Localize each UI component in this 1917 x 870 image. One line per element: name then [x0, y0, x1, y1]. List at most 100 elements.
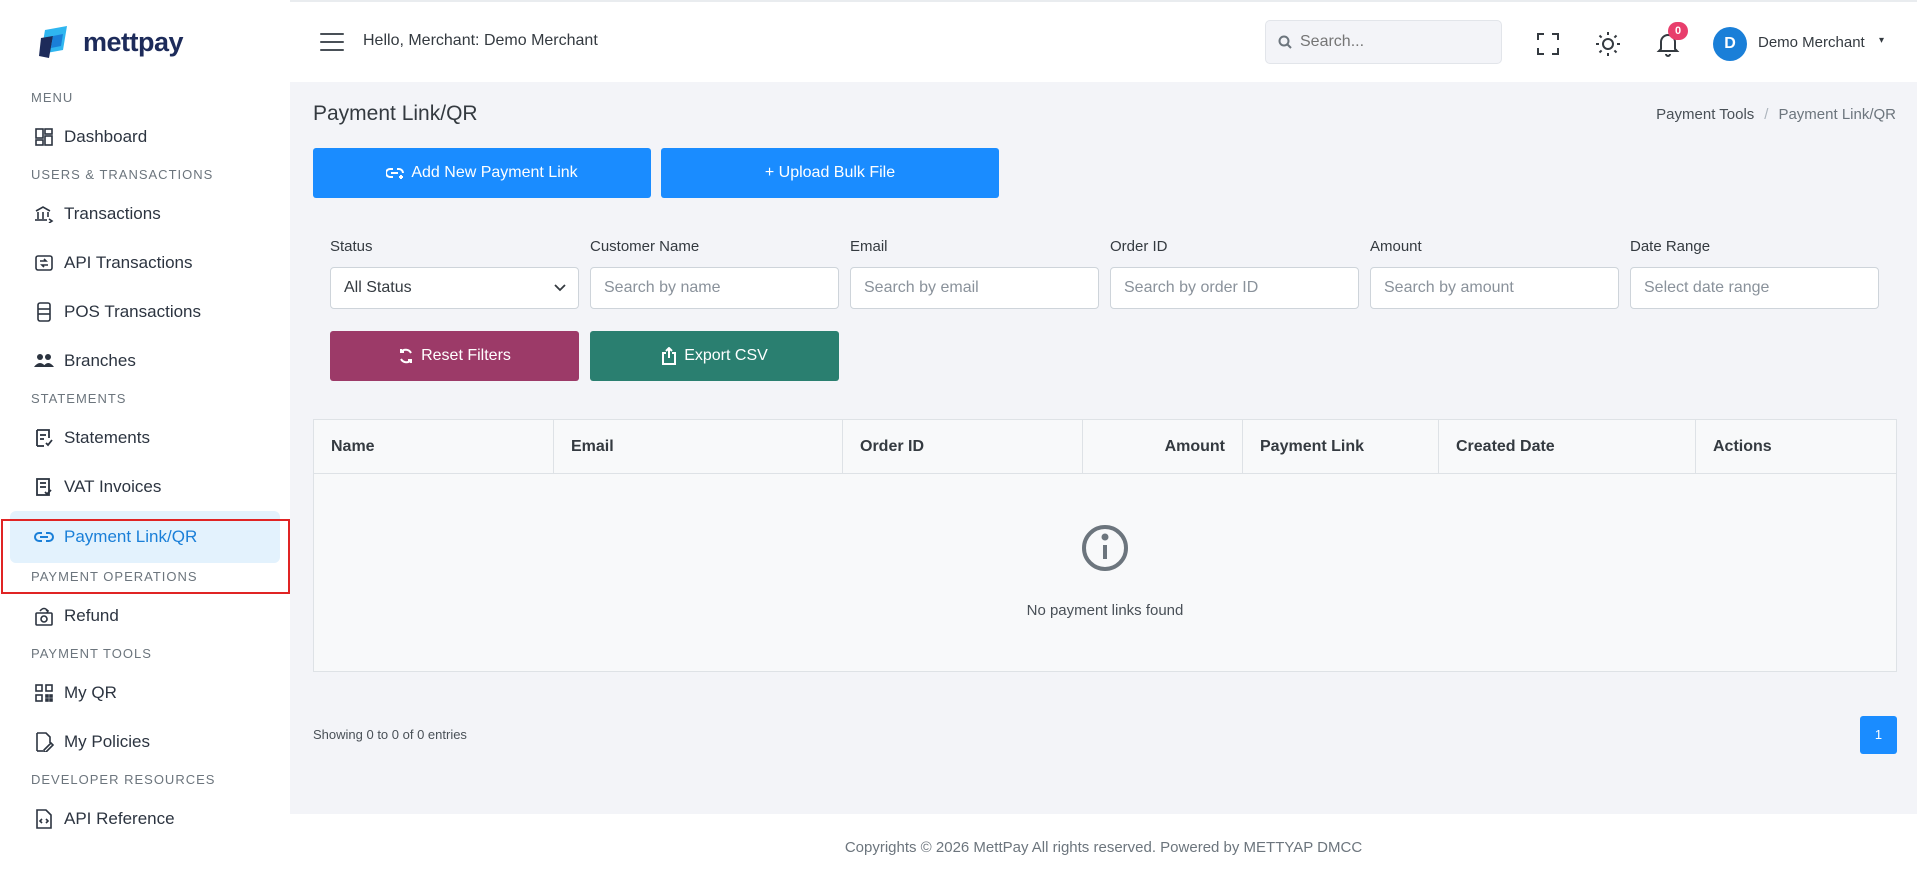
sidebar-item-statements[interactable]: Statements	[0, 413, 290, 462]
invoice-icon	[34, 477, 54, 497]
user-name[interactable]: Demo Merchant	[1758, 34, 1865, 51]
sidebar-item-label: Branches	[64, 350, 136, 370]
sidebar-item-refund[interactable]: Refund	[0, 591, 290, 640]
reset-filters-label: Reset Filters	[421, 347, 511, 364]
reset-filters-button[interactable]: Reset Filters	[330, 331, 579, 381]
bank-transfer-icon	[34, 204, 54, 224]
sidebar-item-my-qr[interactable]: My QR	[0, 668, 290, 717]
email-filter-label: Email	[850, 238, 888, 255]
upload-bulk-file-label: + Upload Bulk File	[764, 164, 896, 181]
customer-name-filter-label: Customer Name	[590, 238, 700, 255]
breadcrumb-separator: /	[1764, 106, 1769, 123]
fullscreen-icon[interactable]	[1535, 31, 1561, 57]
refresh-icon	[400, 348, 413, 364]
sidebar-item-api-transactions[interactable]: API Transactions	[0, 238, 290, 287]
brand-logo[interactable]: mettpay	[37, 24, 184, 60]
code-file-icon	[34, 808, 54, 829]
column-header-order-id[interactable]: Order ID	[843, 420, 1083, 473]
breadcrumb: Payment Tools / Payment Link/QR	[1656, 106, 1896, 123]
sidebar-item-label: API Transactions	[64, 252, 193, 272]
status-filter-label: Status	[330, 238, 373, 255]
sidebar-item-branches[interactable]: Branches	[0, 336, 290, 385]
sidebar-nav: MENU Dashboard USERS & TRANSACTIONS Tran…	[0, 84, 290, 843]
column-header-amount[interactable]: Amount	[1083, 420, 1243, 473]
notification-badge: 0	[1668, 22, 1688, 40]
column-header-email[interactable]: Email	[554, 420, 843, 473]
sidebar-item-label: Refund	[64, 605, 119, 625]
sidebar-item-vat-invoices[interactable]: VAT Invoices	[0, 462, 290, 511]
refund-icon	[34, 606, 54, 626]
sidebar-item-label: VAT Invoices	[64, 476, 162, 496]
amount-filter-label: Amount	[1370, 238, 1422, 255]
footer: Copyrights © 2026 MettPay All rights res…	[290, 814, 1917, 870]
info-circle-icon	[1081, 524, 1129, 577]
sidebar-item-label: Dashboard	[64, 126, 148, 146]
qr-code-icon	[34, 683, 54, 703]
order-id-filter-label: Order ID	[1110, 238, 1168, 255]
status-select[interactable]: All Status	[330, 267, 579, 309]
upload-bulk-file-button[interactable]: + Upload Bulk File	[661, 148, 999, 198]
greeting-text: Hello, Merchant: Demo Merchant	[363, 32, 598, 49]
payment-links-table: Name Email Order ID Amount Payment Link …	[313, 419, 1897, 672]
add-payment-link-label: Add New Payment Link	[411, 164, 578, 181]
pagination-page-button[interactable]: 1	[1860, 716, 1897, 754]
pos-terminal-icon	[34, 301, 54, 322]
dashboard-icon	[34, 127, 54, 147]
sidebar-item-pos-transactions[interactable]: POS Transactions	[0, 287, 290, 336]
section-payment-operations: PAYMENT OPERATIONS	[31, 569, 198, 584]
link-add-icon	[386, 168, 405, 179]
status-select-value: All Status	[344, 279, 412, 296]
section-developer-resources: DEVELOPER RESOURCES	[31, 772, 216, 787]
email-input[interactable]: Search by email	[850, 267, 1099, 309]
column-header-actions: Actions	[1713, 438, 1772, 455]
export-icon	[662, 347, 677, 365]
users-group-icon	[34, 351, 54, 371]
sidebar-item-label: My QR	[64, 682, 117, 702]
amount-input[interactable]: Search by amount	[1370, 267, 1619, 309]
column-header-created-date[interactable]: Created Date	[1439, 420, 1696, 473]
add-payment-link-button[interactable]: Add New Payment Link	[313, 148, 651, 198]
page-title: Payment Link/QR	[313, 102, 478, 125]
chevron-down-icon[interactable]: ▾	[1879, 35, 1884, 46]
policy-document-icon	[34, 731, 54, 752]
column-header-name[interactable]: Name	[314, 420, 554, 473]
date-range-filter-label: Date Range	[1630, 238, 1711, 255]
theme-toggle-sun-icon[interactable]	[1595, 31, 1621, 57]
topbar: Hello, Merchant: Demo Merchant 0 D Demo …	[290, 0, 1917, 82]
sidebar-item-api-reference[interactable]: API Reference	[0, 794, 290, 843]
column-header-payment-link[interactable]: Payment Link	[1243, 420, 1439, 473]
statement-icon	[34, 428, 54, 448]
sidebar-item-label: Payment Link/QR	[64, 527, 198, 546]
avatar[interactable]: D	[1713, 27, 1747, 61]
export-csv-button[interactable]: Export CSV	[590, 331, 839, 381]
api-transfer-icon	[34, 253, 54, 273]
empty-state-message: No payment links found	[1026, 602, 1184, 619]
sidebar-item-payment-link-qr[interactable]: Payment Link/QR	[10, 511, 280, 563]
sidebar-item-label: Transactions	[64, 203, 161, 223]
menu-toggle-icon[interactable]	[320, 33, 344, 51]
table-header: Name Email Order ID Amount Payment Link …	[314, 420, 1896, 474]
sidebar-item-dashboard[interactable]: Dashboard	[0, 112, 290, 161]
breadcrumb-current: Payment Link/QR	[1778, 106, 1896, 123]
sidebar-item-my-policies[interactable]: My Policies	[0, 717, 290, 766]
sidebar-item-transactions[interactable]: Transactions	[0, 189, 290, 238]
order-id-input[interactable]: Search by order ID	[1110, 267, 1359, 309]
customer-name-input[interactable]: Search by name	[590, 267, 839, 309]
brand-name: mettpay	[83, 26, 184, 57]
date-range-input[interactable]: Select date range	[1630, 267, 1879, 309]
copyright-text: Copyrights © 2026 MettPay All rights res…	[844, 839, 1363, 856]
chevron-down-icon	[554, 284, 566, 292]
section-payment-tools: PAYMENT TOOLS	[31, 646, 152, 661]
sidebar-item-label: POS Transactions	[64, 301, 202, 321]
sidebar-item-label: My Policies	[64, 731, 150, 751]
link-icon	[34, 527, 54, 547]
search-input[interactable]	[1300, 33, 1480, 51]
export-csv-label: Export CSV	[684, 347, 768, 364]
section-users-transactions: USERS & TRANSACTIONS	[31, 167, 214, 182]
sidebar-item-label: Statements	[64, 427, 150, 447]
breadcrumb-item[interactable]: Payment Tools	[1656, 106, 1754, 123]
entries-summary: Showing 0 to 0 of 0 entries	[313, 727, 467, 742]
sidebar-item-label: API Reference	[64, 808, 175, 828]
brand-logo-icon	[37, 24, 79, 60]
search-box[interactable]	[1265, 20, 1502, 64]
